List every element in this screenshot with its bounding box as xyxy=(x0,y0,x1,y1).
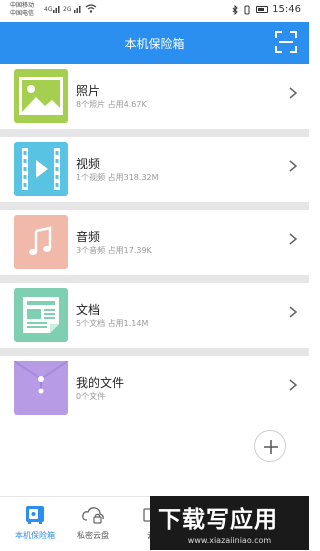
signal-1-label: 4G xyxy=(44,6,53,13)
document-icon xyxy=(14,288,68,342)
item-title: 视频 xyxy=(76,157,101,171)
carrier-1: 中国移动 xyxy=(10,2,35,9)
item-subtitle: 8个照片 占用4.67K xyxy=(76,100,147,109)
add-button[interactable] xyxy=(254,430,286,462)
signal-icon xyxy=(53,6,60,13)
watermark-url: www.xiazaiiniao.com xyxy=(187,536,272,545)
music-note-icon xyxy=(14,215,68,269)
image-icon xyxy=(14,69,68,123)
folder-envelope-icon xyxy=(13,360,69,415)
bluetooth-icon xyxy=(232,4,238,15)
item-subtitle: 0个文件 xyxy=(76,392,106,401)
item-title: 照片 xyxy=(76,84,101,98)
carrier-labels: 中国移动 中国电信 xyxy=(10,2,34,18)
item-subtitle: 5个文档 占用1.14M xyxy=(76,319,149,328)
plus-icon xyxy=(264,440,278,454)
wifi-icon xyxy=(85,4,97,13)
list-item-photos[interactable]: 照片 8个照片 占用4.67K xyxy=(0,64,309,129)
status-time: 15:46 xyxy=(272,4,301,15)
status-right: 15:46 xyxy=(232,4,301,15)
page-title: 本机保险箱 xyxy=(124,37,185,51)
signal-2-icon xyxy=(74,6,81,13)
watermark: 下载写应用 www.xiazaiiniao.com xyxy=(150,496,309,550)
chevron-right-icon xyxy=(289,233,298,245)
watermark-title: 下载写应用 xyxy=(158,507,278,533)
item-title: 文档 xyxy=(76,303,101,317)
safe-icon xyxy=(26,506,44,524)
divider xyxy=(0,348,309,356)
item-title: 音频 xyxy=(76,230,101,244)
app-header: 本机保险箱 xyxy=(0,22,309,64)
chevron-right-icon xyxy=(289,160,298,172)
item-title: 我的文件 xyxy=(76,376,125,390)
vibrate-icon xyxy=(244,5,250,14)
item-subtitle: 3个音频 占用17.39K xyxy=(76,246,152,255)
chevron-right-icon xyxy=(289,87,298,99)
divider xyxy=(0,275,309,283)
item-subtitle: 1个视频 占用318.32M xyxy=(76,173,159,182)
cloud-lock-icon xyxy=(82,507,104,524)
scan-icon[interactable] xyxy=(275,31,297,53)
chevron-right-icon xyxy=(289,306,298,318)
list-item-documents[interactable]: 文档 5个文档 占用1.14M xyxy=(0,283,309,348)
signal-2-label: 2G xyxy=(63,6,72,13)
battery-icon xyxy=(256,6,269,13)
divider xyxy=(0,202,309,210)
list-item-videos[interactable]: 视频 1个视频 占用318.32M xyxy=(0,137,309,202)
list-item-my-files[interactable]: 我的文件 0个文件 xyxy=(0,356,309,421)
list-item-audio[interactable]: 音频 3个音频 占用17.39K xyxy=(0,210,309,275)
divider xyxy=(0,129,309,137)
video-icon xyxy=(14,142,68,196)
status-bar: 中国移动 中国电信 4G 2G 15:46 xyxy=(0,0,309,22)
carrier-2: 中国电信 xyxy=(10,10,35,17)
chevron-right-icon xyxy=(289,379,298,391)
